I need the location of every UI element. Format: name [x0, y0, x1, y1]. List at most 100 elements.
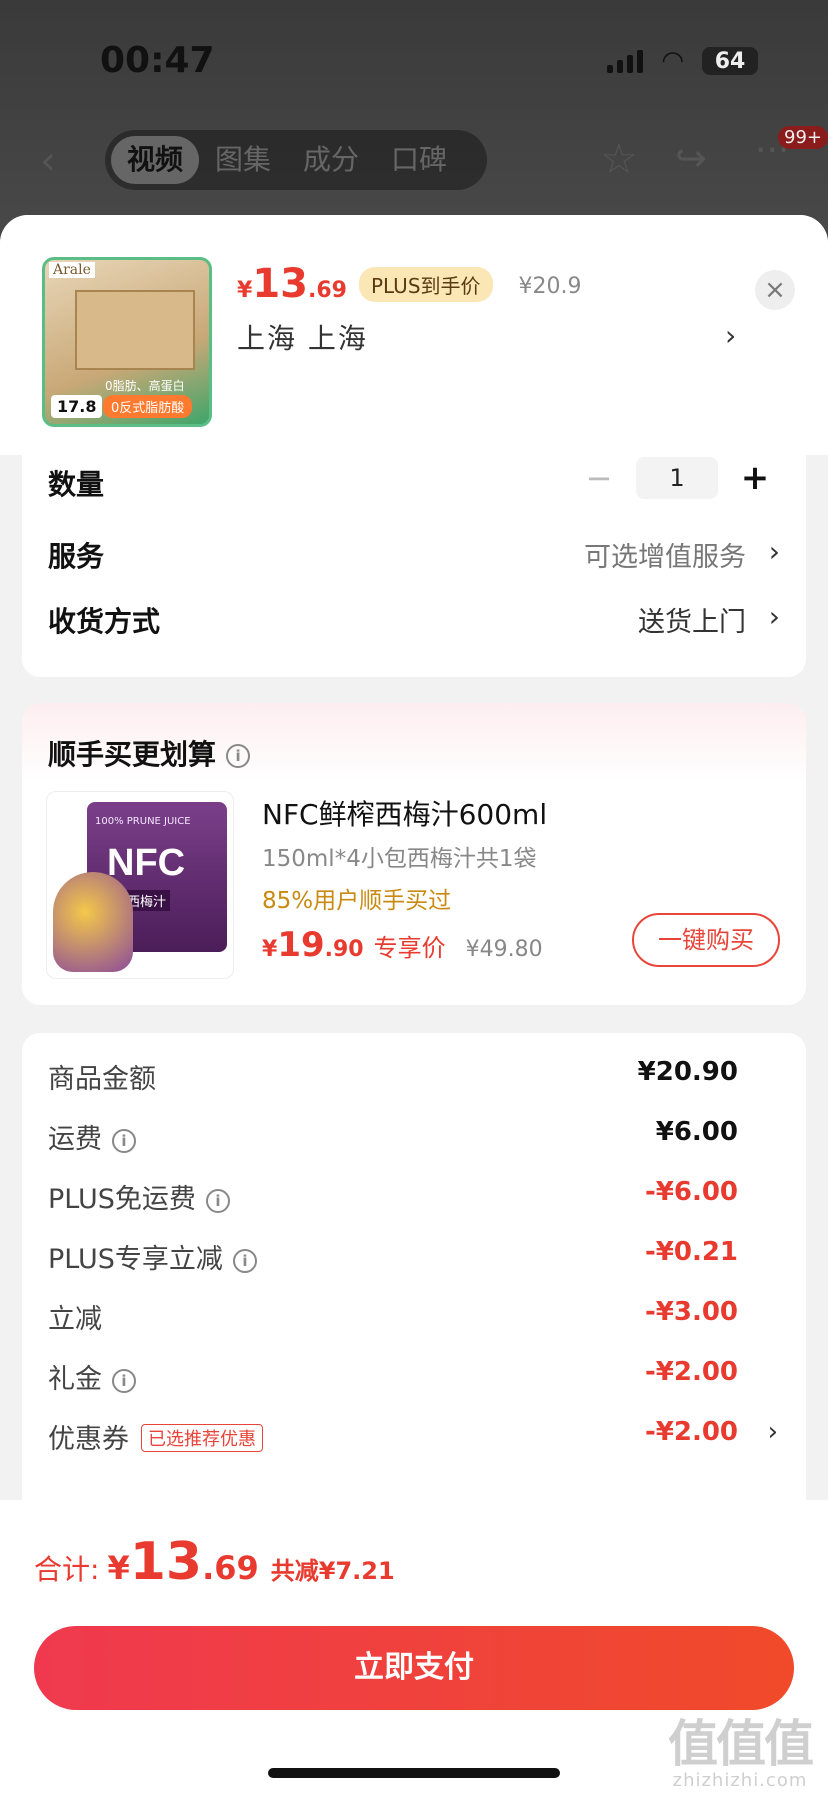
fee-label: 运费 i — [48, 1117, 136, 1156]
juice-pouch-graphic — [53, 872, 133, 972]
fee-row: PLUS免运费 i -¥6.00 — [48, 1177, 780, 1217]
fee-label-text: PLUS专享立减 — [48, 1244, 223, 1275]
total-symbol: ¥ — [107, 1549, 130, 1587]
fee-value: -¥6.00 — [644, 1177, 738, 1207]
total-decimal: .69 — [202, 1549, 259, 1587]
cellular-signal-icon — [607, 49, 644, 73]
addon-product-name[interactable]: NFC鲜榨西梅汁600ml — [262, 793, 547, 833]
addon-price-decimal: .90 — [324, 937, 364, 962]
product-image-ribbon: 0反式脂肪酸 — [103, 395, 193, 418]
total-saved: 共减¥7.21 — [270, 1557, 395, 1585]
plus-price-tag: PLUS到手价 — [358, 267, 493, 302]
price-symbol: ¥ — [237, 278, 253, 303]
fee-value: ¥20.90 — [637, 1057, 738, 1087]
quantity-value[interactable]: 1 — [636, 457, 718, 499]
fee-label: 优惠券 已选推荐优惠 — [48, 1417, 263, 1456]
tab-gallery[interactable]: 图集 — [199, 136, 287, 184]
wifi-icon: ◠ — [661, 46, 684, 76]
chevron-right-icon[interactable]: › — [769, 535, 780, 568]
product-image-brand: Arale — [49, 262, 95, 278]
fee-value: -¥0.21 — [644, 1237, 738, 1267]
info-icon[interactable]: i — [205, 1188, 230, 1213]
status-icons: ◠ 64 — [607, 46, 758, 76]
service-label: 服务 — [48, 540, 105, 573]
home-indicator[interactable] — [268, 1768, 560, 1778]
chevron-right-icon[interactable]: › — [725, 319, 736, 352]
fee-label: PLUS免运费 i — [48, 1177, 230, 1216]
addon-price-symbol: ¥ — [262, 937, 278, 962]
product-box-graphic — [75, 290, 195, 370]
status-bar: 00:47 ◠ 64 — [0, 0, 828, 120]
fee-value: -¥3.00 — [644, 1297, 738, 1327]
fee-row: 商品金额 ¥20.90 — [48, 1057, 780, 1097]
watermark-logo: 值值值 — [668, 1715, 814, 1773]
addon-title-text: 顺手买更划算 — [48, 738, 217, 771]
message-badge: 99+ — [778, 126, 828, 149]
back-icon[interactable]: ‹ — [40, 138, 56, 184]
price-decimal: .69 — [307, 278, 347, 303]
addon-buy-rate: 85%用户顺手买过 — [262, 888, 452, 914]
fee-breakdown-card: 商品金额 ¥20.90 运费 i ¥6.00 PLUS免运费 i -¥6.00 PL… — [22, 1033, 806, 1533]
order-options-card: 数量 − 1 + 服务 可选增值服务 › 收货方式 送货上门 › — [22, 455, 806, 677]
addon-price-label: 专享价 — [373, 934, 446, 962]
tab-ingredients[interactable]: 成分 — [287, 136, 375, 184]
addon-price-row: ¥ 19 .90 专享价 ¥49.80 — [262, 925, 543, 965]
favorite-star-icon[interactable]: ☆ — [600, 134, 638, 183]
info-icon[interactable]: i — [226, 744, 251, 768]
watermark: 值值值 zhizhizhi.com — [668, 1715, 814, 1791]
plus-icon[interactable]: + — [730, 458, 780, 498]
addon-price-integer: 19 — [277, 925, 325, 965]
fee-row: 立减 -¥3.00 — [48, 1297, 780, 1337]
fee-value: ¥6.00 — [655, 1117, 738, 1147]
addon-product-image[interactable]: 100% PRUNE JUICE NFC 鲜榨西梅汁 — [46, 791, 234, 979]
juice-bag-top-text: 100% PRUNE JUICE — [95, 816, 191, 827]
info-icon[interactable]: i — [112, 1368, 136, 1393]
delivery-location[interactable]: 上海 上海 — [237, 317, 368, 357]
tab-reviews[interactable]: 口碑 — [375, 136, 463, 184]
checkout-footer: 合计: ¥ 13 .69 共减¥7.21 立即支付 值值值 zhizhizhi.… — [0, 1500, 828, 1796]
product-nav-bar: ‹ 视频 图集 成分 口碑 ☆ ↪ ··· 99+ — [0, 126, 828, 190]
addon-title: 顺手买更划算 i — [48, 733, 251, 773]
tab-video[interactable]: 视频 — [111, 136, 200, 184]
fee-label: 商品金额 — [48, 1064, 156, 1095]
original-price: ¥20.9 — [518, 274, 582, 299]
product-image-price-tag: 17.8 — [51, 395, 103, 418]
chevron-right-icon[interactable]: › — [769, 600, 780, 633]
battery-icon: 64 — [702, 47, 758, 75]
fee-label: 礼金 i — [48, 1357, 136, 1396]
fee-label-text: PLUS免运费 — [48, 1184, 196, 1215]
chevron-right-icon[interactable]: › — [768, 1417, 778, 1447]
minus-icon[interactable]: − — [574, 459, 624, 497]
addon-product-spec: 150ml*4小包西梅汁共1袋 — [262, 846, 537, 872]
close-button[interactable]: × — [755, 270, 795, 310]
pay-now-button[interactable]: 立即支付 — [34, 1626, 794, 1710]
product-price-row: ¥ 13 .69 PLUS到手价 ¥20.9 — [237, 261, 582, 307]
addon-original-price: ¥49.80 — [465, 937, 543, 962]
total-row: 合计: ¥ 13 .69 共减¥7.21 — [34, 1532, 395, 1592]
total-integer: 13 — [129, 1532, 203, 1592]
delivery-method-value[interactable]: 送货上门 — [638, 600, 746, 639]
product-image-subtag: 0脂肪、高蛋白 — [105, 379, 185, 393]
price-integer: 13 — [252, 261, 308, 307]
coupon-row[interactable]: 优惠券 已选推荐优惠 -¥2.00 › — [48, 1417, 780, 1457]
media-tabs: 视频 图集 成分 口碑 — [105, 130, 487, 190]
juice-bag-nfc-text: NFC — [107, 842, 186, 884]
fee-label-text: 运费 — [48, 1124, 102, 1155]
fee-label-text: 礼金 — [48, 1364, 102, 1395]
fee-label: PLUS专享立减 i — [48, 1237, 257, 1276]
total-label: 合计: — [34, 1553, 100, 1586]
info-icon[interactable]: i — [112, 1128, 136, 1153]
quantity-label: 数量 — [48, 468, 105, 501]
delivery-method-label: 收货方式 — [48, 605, 161, 638]
fee-label: 立减 — [48, 1304, 102, 1335]
one-click-buy-button[interactable]: 一键购买 — [632, 913, 780, 967]
watermark-text: zhizhizhi.com — [672, 1770, 808, 1791]
fee-label-text: 优惠券 — [48, 1424, 129, 1455]
status-time: 00:47 — [100, 40, 215, 81]
service-value[interactable]: 可选增值服务 — [584, 535, 746, 574]
info-icon[interactable]: i — [232, 1248, 257, 1273]
fee-value: -¥2.00 — [644, 1357, 738, 1387]
share-icon[interactable]: ↪ — [675, 136, 707, 180]
fee-row: PLUS专享立减 i -¥0.21 — [48, 1237, 780, 1277]
quantity-stepper[interactable]: − 1 + — [574, 457, 780, 499]
